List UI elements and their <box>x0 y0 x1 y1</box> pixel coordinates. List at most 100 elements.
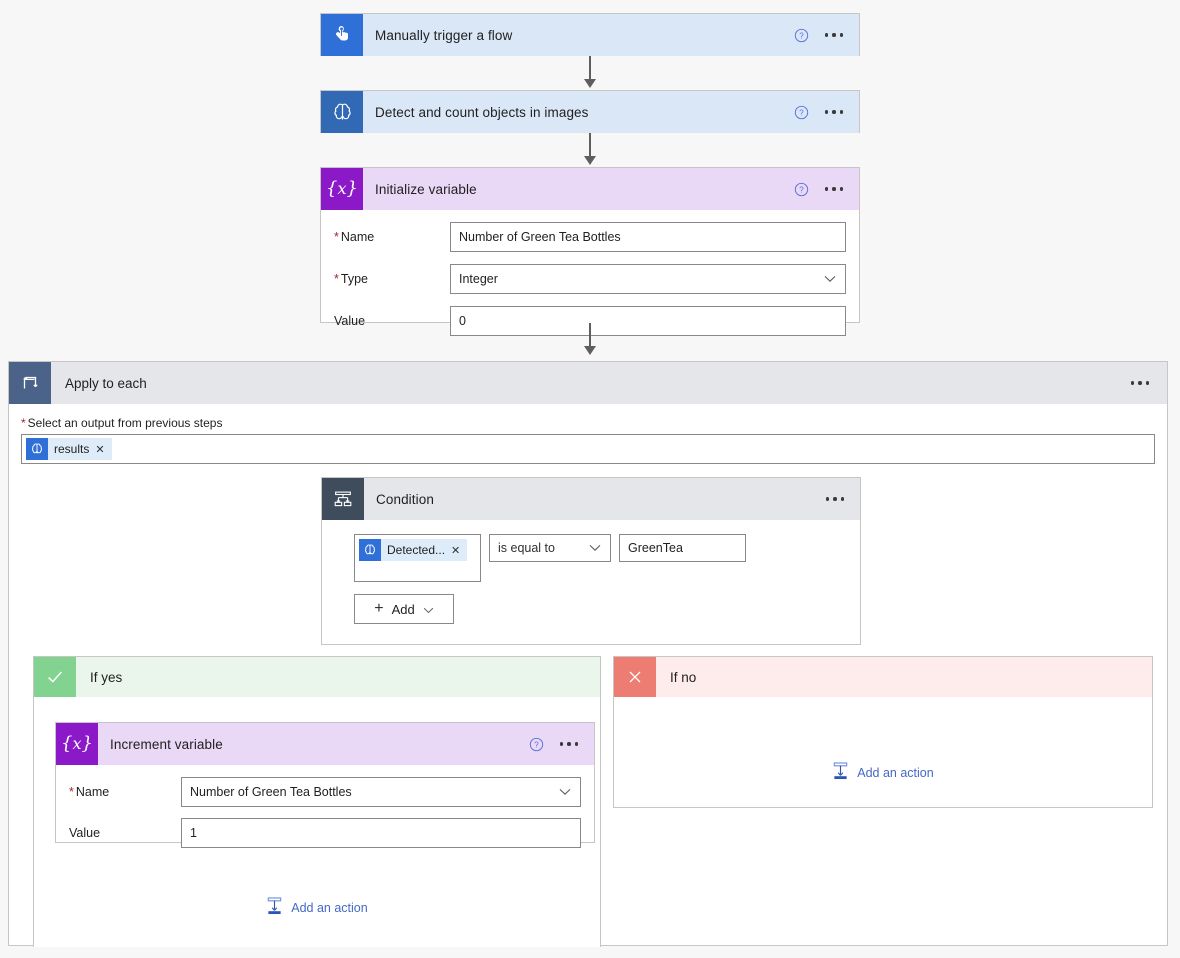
field-label-name: * Name <box>69 785 110 799</box>
if-no-add-action-label: Add an action <box>857 765 934 780</box>
more-options-icon[interactable] <box>1130 376 1149 390</box>
if-yes-branch: If yes {x} Increment variable ? * Name N… <box>33 656 601 947</box>
type-select[interactable]: Integer <box>450 264 846 294</box>
connector-init-to-loop <box>589 323 591 347</box>
help-circle-icon[interactable]: ? <box>529 737 544 752</box>
increment-name-value: Number of Green Tea Bottles <box>190 785 352 799</box>
detect-objects-card-actions: ? <box>794 105 860 120</box>
increment-variable-title: Increment variable <box>110 736 223 752</box>
svg-text:?: ? <box>799 185 804 194</box>
value-input-value: 0 <box>459 314 466 328</box>
more-options-icon[interactable] <box>824 105 843 119</box>
more-options-icon[interactable] <box>559 737 578 751</box>
field-label-type: * Type <box>334 272 368 286</box>
condition-card-title: Condition <box>376 491 434 507</box>
svg-text:?: ? <box>799 31 804 40</box>
close-x-icon[interactable]: ✕ <box>451 544 467 557</box>
name-input-value: Number of Green Tea Bottles <box>459 230 621 244</box>
chevron-down-icon <box>589 541 601 555</box>
initialize-variable-header[interactable]: {x} Initialize variable ? <box>321 168 859 210</box>
output-selector-label: * Select an output from previous steps <box>21 416 223 430</box>
close-x-icon <box>614 657 656 697</box>
if-no-title: If no <box>670 669 697 685</box>
required-asterisk: * <box>334 230 339 244</box>
left-operand-input[interactable]: Detected... ✕ <box>354 534 481 582</box>
add-action-icon <box>832 762 849 783</box>
svg-text:?: ? <box>799 108 804 117</box>
value-input[interactable]: 0 <box>450 306 846 336</box>
right-operand-value: GreenTea <box>628 541 683 555</box>
if-yes-add-action-label: Add an action <box>291 900 368 915</box>
field-row-type: * Type Integer <box>334 264 846 294</box>
initialize-variable-actions: ? <box>794 182 860 197</box>
add-condition-button[interactable]: + Add <box>354 594 454 624</box>
ai-builder-brain-icon <box>359 539 381 561</box>
close-x-icon[interactable]: ✕ <box>95 443 111 456</box>
trigger-card[interactable]: Manually trigger a flow ? <box>320 13 860 56</box>
more-options-icon[interactable] <box>824 28 843 42</box>
detect-objects-card[interactable]: Detect and count objects in images ? <box>320 90 860 133</box>
name-input[interactable]: Number of Green Tea Bottles <box>450 222 846 252</box>
tap-hand-icon <box>321 14 363 56</box>
apply-to-each-container[interactable]: Apply to each * Select an output from pre… <box>8 361 1168 947</box>
variable-braces-icon: {x} <box>321 168 363 210</box>
help-circle-icon[interactable]: ? <box>794 105 809 120</box>
right-operand-input[interactable]: GreenTea <box>619 534 746 562</box>
connector-arrow-1 <box>584 79 596 88</box>
add-action-icon <box>266 897 283 918</box>
chevron-down-icon <box>824 272 836 286</box>
condition-card-header[interactable]: Condition <box>322 478 860 520</box>
ai-builder-brain-icon <box>321 91 363 133</box>
output-selector-input[interactable]: results ✕ <box>21 434 1155 464</box>
detected-token[interactable]: Detected... ✕ <box>359 539 468 561</box>
increment-variable-header[interactable]: {x} Increment variable ? <box>56 723 594 765</box>
add-condition-label: Add <box>391 601 415 617</box>
field-label-value: Value <box>69 826 101 840</box>
condition-card-actions <box>825 492 861 506</box>
operator-select[interactable]: is equal to <box>489 534 611 562</box>
field-row-name: * Name Number of Green Tea Bottles <box>334 222 846 252</box>
initialize-variable-form: * Name Number of Green Tea Bottles * Type … <box>321 210 859 336</box>
help-circle-icon[interactable]: ? <box>794 28 809 43</box>
condition-card[interactable]: Condition Detected... ✕ is equal to Gree… <box>321 477 861 645</box>
connector-arrow-2 <box>584 156 596 165</box>
help-circle-icon[interactable]: ? <box>794 182 809 197</box>
field-label-value: Value <box>334 314 366 328</box>
if-yes-add-action-button[interactable]: Add an action <box>266 897 368 918</box>
detect-objects-card-header[interactable]: Detect and count objects in images ? <box>321 91 859 133</box>
condition-branch-icon <box>322 478 364 520</box>
if-yes-title: If yes <box>90 669 123 685</box>
checkmark-icon <box>34 657 76 697</box>
trigger-card-title: Manually trigger a flow <box>375 27 513 43</box>
increment-name-select[interactable]: Number of Green Tea Bottles <box>181 777 581 807</box>
increment-value: 1 <box>190 826 197 840</box>
results-token[interactable]: results ✕ <box>26 438 112 460</box>
increment-variable-card[interactable]: {x} Increment variable ? * Name Number o… <box>55 722 595 848</box>
more-options-icon[interactable] <box>824 182 843 196</box>
detect-objects-card-title: Detect and count objects in images <box>375 104 589 120</box>
operator-select-value: is equal to <box>498 541 555 555</box>
initialize-variable-card[interactable]: {x} Initialize variable ? * Name Number o… <box>320 167 860 336</box>
if-no-header: If no <box>614 657 1152 697</box>
field-label-name: * Name <box>334 230 375 244</box>
type-select-value: Integer <box>459 272 498 286</box>
connector-trigger-to-detect <box>589 56 591 80</box>
trigger-card-header[interactable]: Manually trigger a flow ? <box>321 14 859 56</box>
if-no-branch: If no Add an action <box>613 656 1153 808</box>
if-no-add-action-button[interactable]: Add an action <box>832 762 934 783</box>
initialize-variable-title: Initialize variable <box>375 181 477 197</box>
apply-to-each-header[interactable]: Apply to each <box>9 362 1167 404</box>
more-options-icon[interactable] <box>825 492 844 506</box>
condition-row: Detected... ✕ is equal to GreenTea <box>354 534 828 582</box>
results-token-label: results <box>54 442 90 456</box>
ai-builder-brain-icon <box>26 438 48 460</box>
svg-text:?: ? <box>534 740 539 749</box>
if-yes-header: If yes <box>34 657 600 697</box>
increment-variable-form: *Name Number of Green Tea Bottles Value <box>56 765 594 848</box>
connector-arrow-3 <box>584 346 596 355</box>
chevron-down-icon <box>559 785 571 799</box>
increment-value-input[interactable]: 1 <box>181 818 581 848</box>
plus-icon: + <box>374 600 384 617</box>
variable-braces-icon: {x} <box>56 723 98 765</box>
required-asterisk: * <box>21 416 26 430</box>
